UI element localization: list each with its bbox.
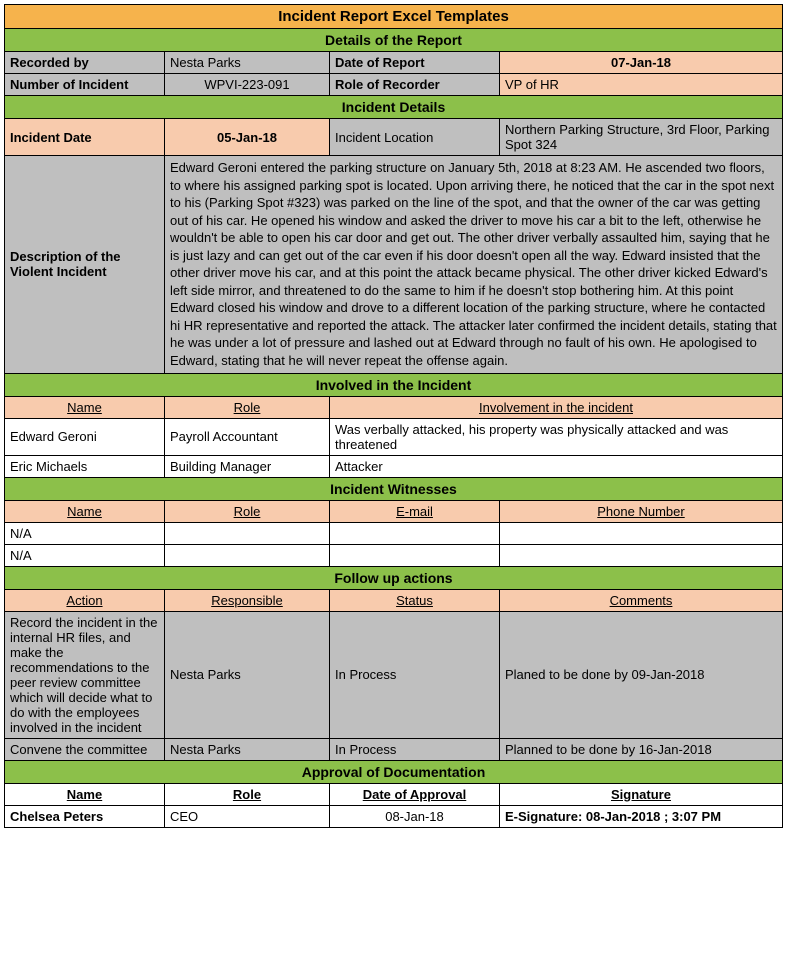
witness-email [330, 522, 500, 544]
table-row: Eric Michaels Building Manager Attacker [5, 455, 783, 477]
followup-responsible: Nesta Parks [165, 611, 330, 738]
incident-description-value: Edward Geroni entered the parking struct… [165, 156, 783, 374]
involved-name: Edward Geroni [5, 418, 165, 455]
incident-description-label: Description of the Violent Incident [5, 156, 165, 374]
date-report-value: 07-Jan-18 [500, 52, 783, 74]
table-row: N/A [5, 522, 783, 544]
recorded-by-label: Recorded by [5, 52, 165, 74]
involved-header-role: Role [165, 396, 330, 418]
approval-header-date: Date of Approval [330, 783, 500, 805]
involved-name: Eric Michaels [5, 455, 165, 477]
section-involved: Involved in the Incident [5, 373, 783, 396]
recorder-role-value: VP of HR [500, 74, 783, 96]
approval-name: Chelsea Peters [5, 805, 165, 827]
table-row: Record the incident in the internal HR f… [5, 611, 783, 738]
involved-role: Payroll Accountant [165, 418, 330, 455]
recorded-by-value: Nesta Parks [165, 52, 330, 74]
table-row: Chelsea Peters CEO 08-Jan-18 E-Signature… [5, 805, 783, 827]
section-details: Details of the Report [5, 29, 783, 52]
approval-header-signature: Signature [500, 783, 783, 805]
followup-status: In Process [330, 611, 500, 738]
table-row: Edward Geroni Payroll Accountant Was ver… [5, 418, 783, 455]
section-witnesses: Incident Witnesses [5, 477, 783, 500]
followup-header-action: Action [5, 589, 165, 611]
approval-date: 08-Jan-18 [330, 805, 500, 827]
followup-responsible: Nesta Parks [165, 738, 330, 760]
date-report-label: Date of Report [330, 52, 500, 74]
involved-involvement: Attacker [330, 455, 783, 477]
table-row: Convene the committee Nesta Parks In Pro… [5, 738, 783, 760]
section-followup: Follow up actions [5, 566, 783, 589]
followup-action: Record the incident in the internal HR f… [5, 611, 165, 738]
witness-role [165, 522, 330, 544]
table-row: N/A [5, 544, 783, 566]
approval-header-role: Role [165, 783, 330, 805]
followup-status: In Process [330, 738, 500, 760]
involved-role: Building Manager [165, 455, 330, 477]
witness-header-role: Role [165, 500, 330, 522]
followup-header-responsible: Responsible [165, 589, 330, 611]
witness-name: N/A [5, 522, 165, 544]
page-title: Incident Report Excel Templates [5, 5, 783, 29]
witness-name: N/A [5, 544, 165, 566]
incident-location-label: Incident Location [330, 119, 500, 156]
witness-phone [500, 544, 783, 566]
followup-header-status: Status [330, 589, 500, 611]
followup-comments: Planned to be done by 16-Jan-2018 [500, 738, 783, 760]
incident-location-value: Northern Parking Structure, 3rd Floor, P… [500, 119, 783, 156]
incident-date-value: 05-Jan-18 [165, 119, 330, 156]
section-approval: Approval of Documentation [5, 760, 783, 783]
witness-email [330, 544, 500, 566]
involved-header-involvement: Involvement in the incident [330, 396, 783, 418]
approval-header-name: Name [5, 783, 165, 805]
witness-header-phone: Phone Number [500, 500, 783, 522]
followup-header-comments: Comments [500, 589, 783, 611]
witness-header-name: Name [5, 500, 165, 522]
incident-report-table: Incident Report Excel Templates Details … [4, 4, 783, 828]
involved-involvement: Was verbally attacked, his property was … [330, 418, 783, 455]
witness-phone [500, 522, 783, 544]
witness-role [165, 544, 330, 566]
involved-header-name: Name [5, 396, 165, 418]
section-incident: Incident Details [5, 96, 783, 119]
incident-number-value: WPVI-223-091 [165, 74, 330, 96]
witness-header-email: E-mail [330, 500, 500, 522]
approval-signature: E-Signature: 08-Jan-2018 ; 3:07 PM [500, 805, 783, 827]
approval-role: CEO [165, 805, 330, 827]
followup-comments: Planed to be done by 09-Jan-2018 [500, 611, 783, 738]
followup-action: Convene the committee [5, 738, 165, 760]
recorder-role-label: Role of Recorder [330, 74, 500, 96]
incident-date-label: Incident Date [5, 119, 165, 156]
incident-number-label: Number of Incident [5, 74, 165, 96]
